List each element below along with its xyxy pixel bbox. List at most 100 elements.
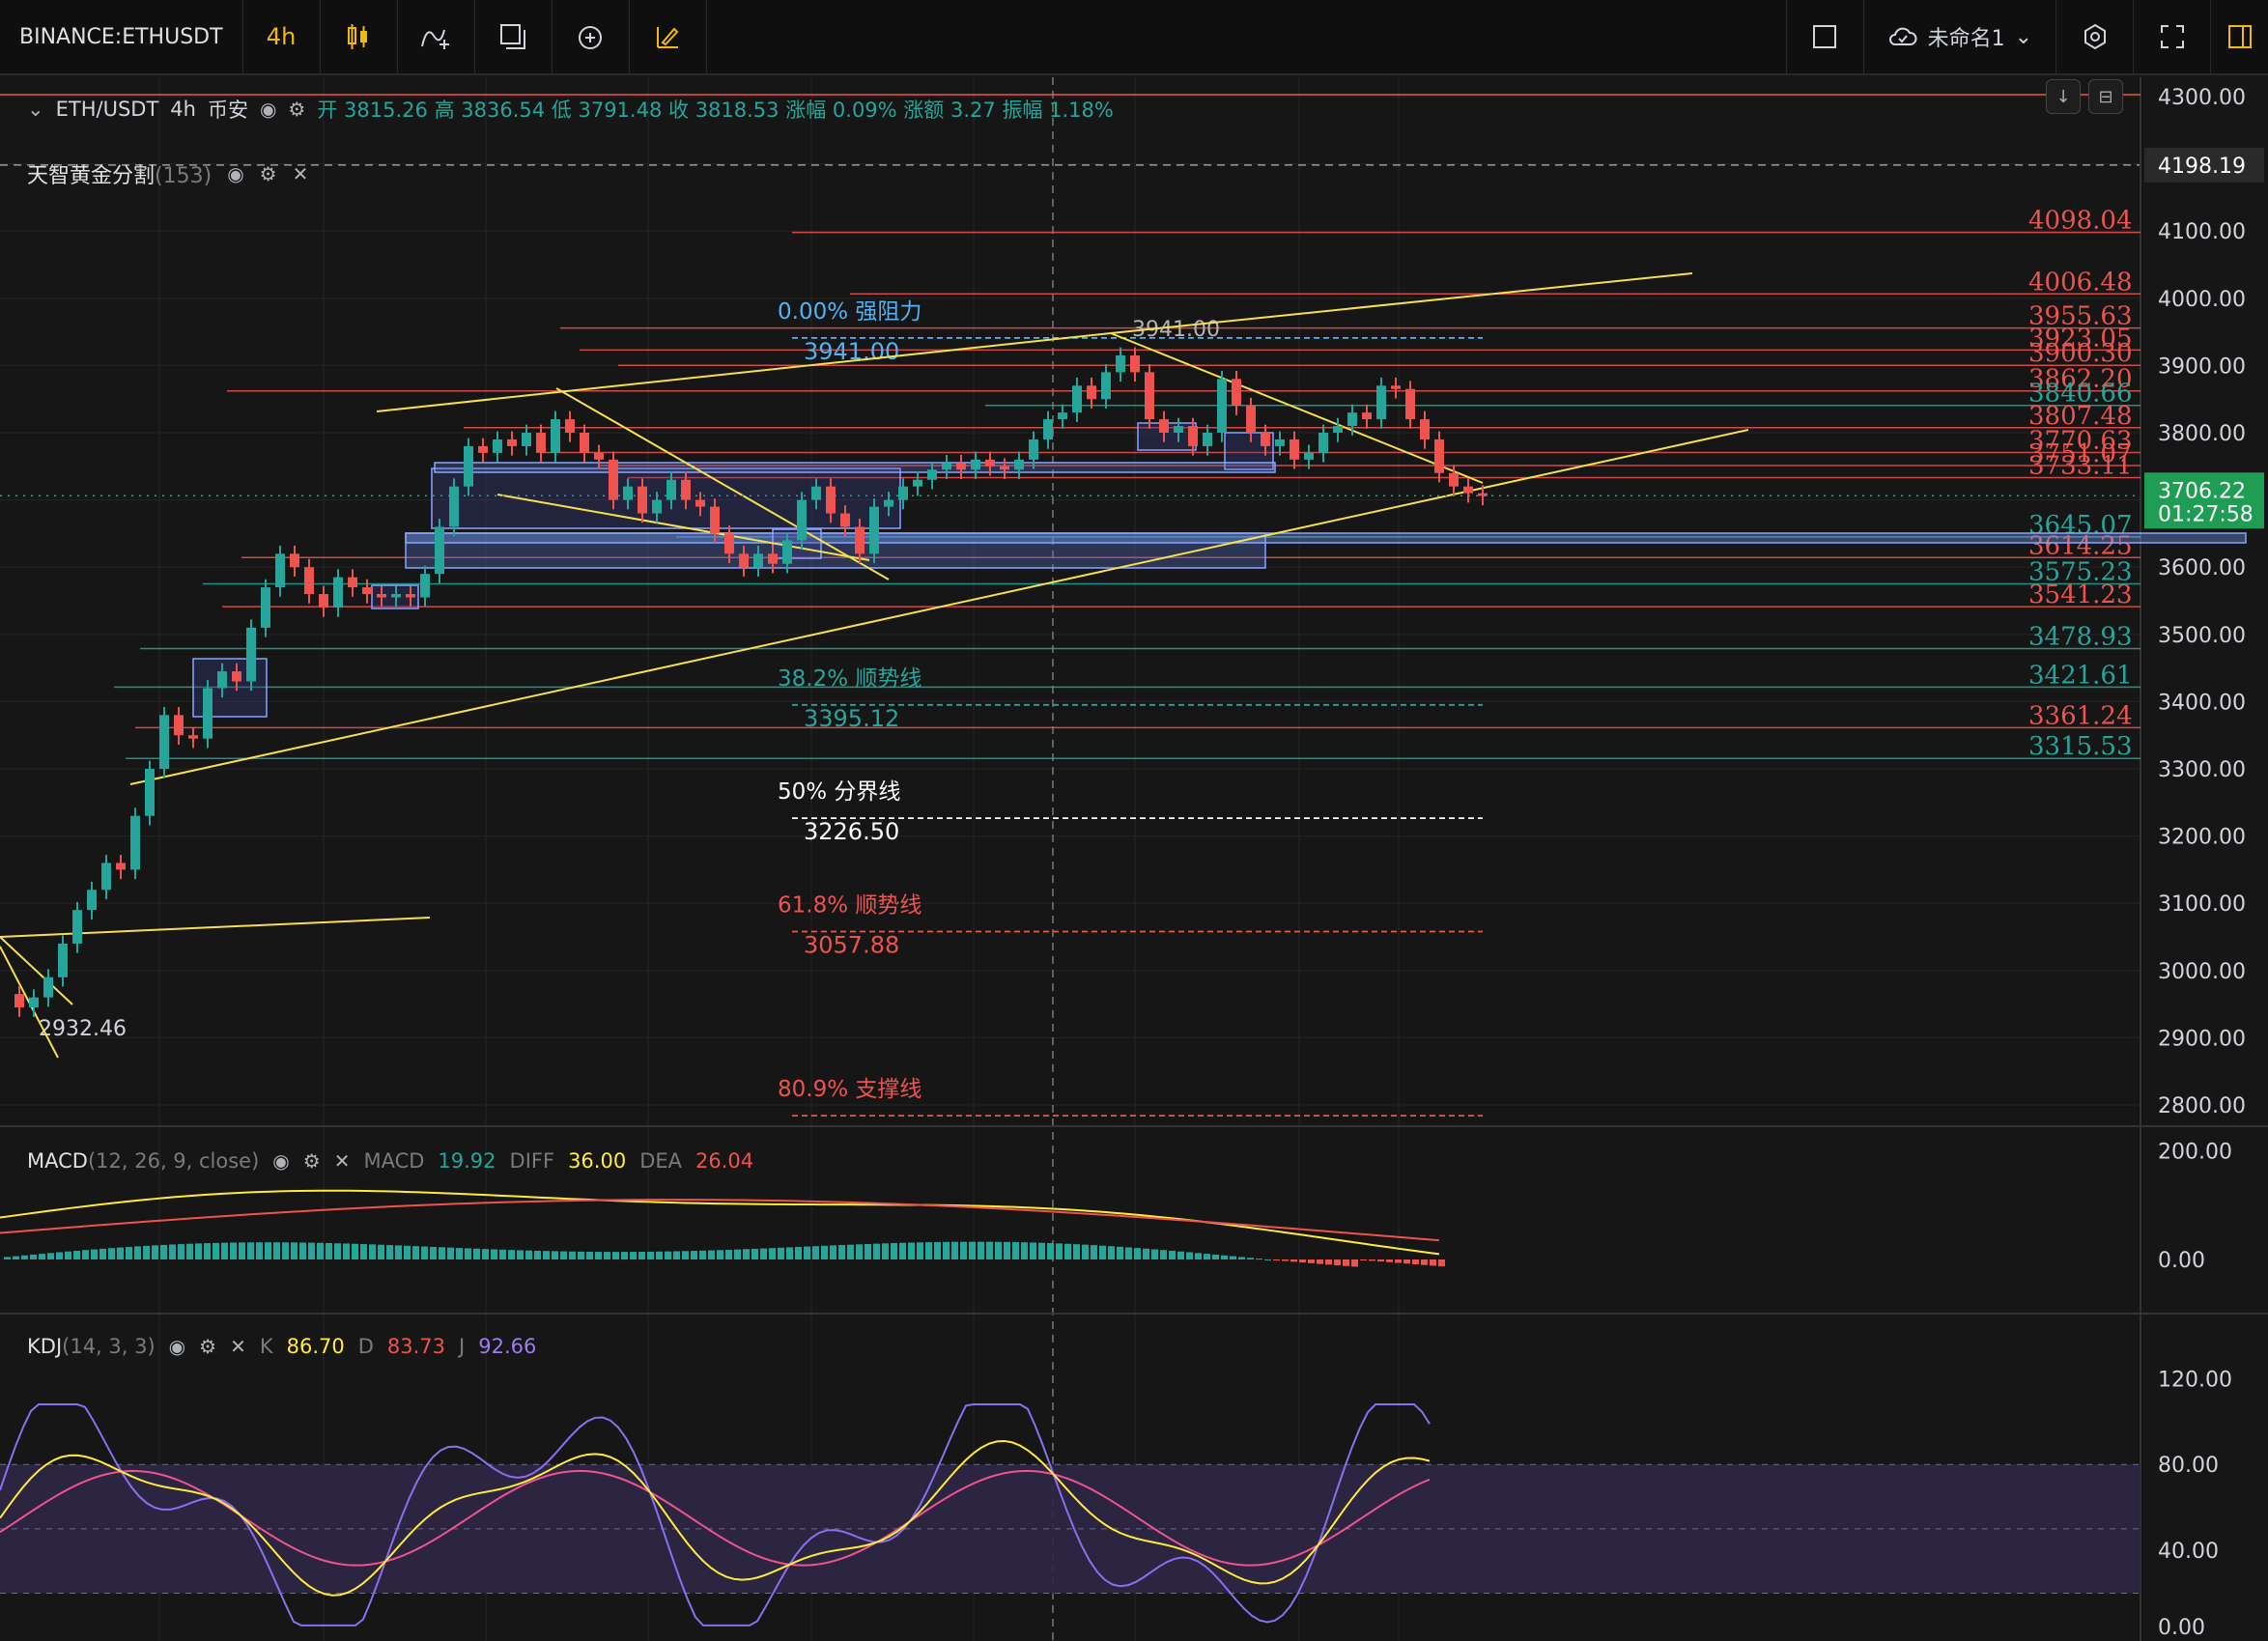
macd-histogram-bar bbox=[1143, 1248, 1149, 1259]
macd-histogram-bar bbox=[326, 1242, 332, 1259]
collapse-chevron-icon[interactable]: ⌄ bbox=[27, 98, 44, 121]
fullscreen-square-icon[interactable] bbox=[1785, 0, 1863, 74]
macd-histogram-bar bbox=[152, 1245, 158, 1259]
macd-histogram-bar bbox=[595, 1252, 602, 1259]
macd-histogram-bar bbox=[569, 1251, 576, 1259]
eye-icon[interactable]: ◉ bbox=[260, 98, 276, 121]
settings-icon[interactable]: ⚙ bbox=[288, 98, 305, 121]
indicators-icon[interactable] bbox=[398, 0, 475, 74]
macd-histogram-bar bbox=[360, 1244, 367, 1259]
eye-icon[interactable]: ◉ bbox=[169, 1335, 185, 1358]
macd-histogram-bar bbox=[830, 1245, 836, 1259]
macd-histogram-bar bbox=[978, 1241, 984, 1259]
candle-body bbox=[739, 553, 749, 568]
settings-icon[interactable]: ⚙ bbox=[199, 1335, 216, 1358]
candle-body bbox=[116, 863, 126, 870]
close-icon[interactable]: ✕ bbox=[230, 1335, 246, 1358]
macd-histogram-bar bbox=[378, 1244, 384, 1259]
macd-histogram-bar bbox=[691, 1251, 697, 1259]
level-label: 3315.53 bbox=[2028, 732, 2133, 761]
candle-body bbox=[1290, 439, 1299, 460]
candle-body bbox=[811, 486, 821, 500]
macd-histogram-bar bbox=[204, 1243, 211, 1259]
macd-histogram-bar bbox=[795, 1246, 802, 1259]
macd-histogram-bar bbox=[943, 1241, 950, 1259]
save-layout-button[interactable]: 未命名1 ⌄ bbox=[1862, 0, 2055, 74]
price-tick-label: 4000.00 bbox=[2158, 288, 2246, 312]
price-tick-label: 3600.00 bbox=[2158, 556, 2246, 580]
trend-line bbox=[1110, 332, 1484, 484]
macd-histogram-bar bbox=[239, 1242, 245, 1259]
macd-histogram-bar bbox=[534, 1250, 541, 1259]
chart-canvas[interactable]: 4098.044006.483955.633923.053900.303862.… bbox=[0, 77, 2268, 1641]
macd-histogram-bar bbox=[1091, 1245, 1097, 1259]
sidebar-toggle-icon[interactable] bbox=[2210, 0, 2268, 74]
settings-gear-icon[interactable] bbox=[2055, 0, 2133, 74]
macd-histogram-bar bbox=[1230, 1256, 1236, 1259]
fib-price-label: 3057.88 bbox=[804, 932, 899, 959]
top-toolbar: BINANCE:ETHUSDT 4h 未命名1 ⌄ bbox=[0, 0, 2268, 75]
interval-button[interactable]: 4h bbox=[243, 0, 321, 74]
candle-body bbox=[72, 910, 82, 944]
close-icon[interactable]: ✕ bbox=[293, 162, 309, 185]
drawing-tool-icon[interactable] bbox=[630, 0, 707, 74]
macd-histogram-bar bbox=[673, 1251, 680, 1259]
candle-body bbox=[826, 486, 836, 514]
macd-histogram-bar bbox=[108, 1248, 115, 1259]
macd-histogram-bar bbox=[1395, 1259, 1402, 1263]
macd-histogram-bar bbox=[134, 1246, 141, 1259]
macd-histogram-bar bbox=[91, 1249, 98, 1259]
close-icon[interactable]: ✕ bbox=[334, 1149, 351, 1173]
settings-icon[interactable]: ⚙ bbox=[260, 162, 277, 185]
macd-histogram-bar bbox=[343, 1243, 350, 1259]
macd-histogram-bar bbox=[213, 1242, 219, 1259]
expand-icon[interactable] bbox=[2133, 0, 2210, 74]
macd-histogram-bar bbox=[751, 1248, 758, 1259]
macd-histogram-bar bbox=[1038, 1242, 1045, 1259]
price-tick-label: 3100.00 bbox=[2158, 892, 2246, 917]
dea-value: 26.04 bbox=[695, 1149, 754, 1173]
macd-histogram-bar bbox=[917, 1242, 923, 1259]
candle-style-icon[interactable] bbox=[321, 0, 398, 74]
scroll-down-icon[interactable]: ↓ bbox=[2046, 79, 2081, 114]
macd-histogram-bar bbox=[1125, 1247, 1132, 1259]
diff-label: DIFF bbox=[509, 1149, 555, 1173]
eye-icon[interactable]: ◉ bbox=[227, 162, 243, 185]
alert-icon[interactable] bbox=[553, 0, 630, 74]
candle-body bbox=[348, 577, 357, 588]
macd-histogram-bar bbox=[143, 1245, 150, 1259]
macd-histogram-bar bbox=[665, 1251, 671, 1259]
pair-name: ETH/USDT bbox=[55, 98, 159, 121]
macd-histogram-bar bbox=[1247, 1258, 1254, 1259]
candle-body bbox=[1449, 472, 1459, 487]
macd-histogram-bar bbox=[612, 1252, 619, 1259]
level-label: 3900.30 bbox=[2028, 339, 2133, 368]
candle-body bbox=[130, 815, 140, 870]
eye-icon[interactable]: ◉ bbox=[272, 1149, 289, 1173]
macd-tick-label: 200.00 bbox=[2158, 1140, 2232, 1164]
macd-histogram-bar bbox=[517, 1250, 524, 1259]
layout-name: 未命名1 bbox=[1927, 27, 2005, 51]
symbol-search-button[interactable]: BINANCE:ETHUSDT bbox=[0, 0, 243, 74]
candle-body bbox=[464, 445, 473, 487]
candle-body bbox=[333, 577, 343, 608]
candle-body bbox=[1087, 385, 1096, 400]
macd-histogram-bar bbox=[1004, 1241, 1010, 1259]
macd-histogram-bar bbox=[256, 1242, 263, 1259]
macd-histogram-bar bbox=[891, 1243, 897, 1259]
fib-price-label: 3395.12 bbox=[804, 705, 899, 732]
settings-icon[interactable]: ⚙ bbox=[303, 1149, 321, 1173]
macd-histogram-bar bbox=[265, 1242, 271, 1259]
layout-icon[interactable] bbox=[475, 0, 553, 74]
candle-body bbox=[536, 433, 546, 453]
price-tick-label: 3800.00 bbox=[2158, 422, 2246, 446]
macd-histogram-bar bbox=[1430, 1259, 1436, 1266]
price-tick-label: 3900.00 bbox=[2158, 354, 2246, 379]
candle-body bbox=[927, 469, 937, 480]
collapse-pane-icon[interactable]: ⊟ bbox=[2088, 79, 2123, 114]
macd-histogram-bar bbox=[1012, 1242, 1019, 1259]
price-tick-label: 4100.00 bbox=[2158, 220, 2246, 244]
candle-body bbox=[855, 526, 865, 554]
candle-body bbox=[681, 479, 691, 500]
candle-body bbox=[1463, 486, 1473, 494]
